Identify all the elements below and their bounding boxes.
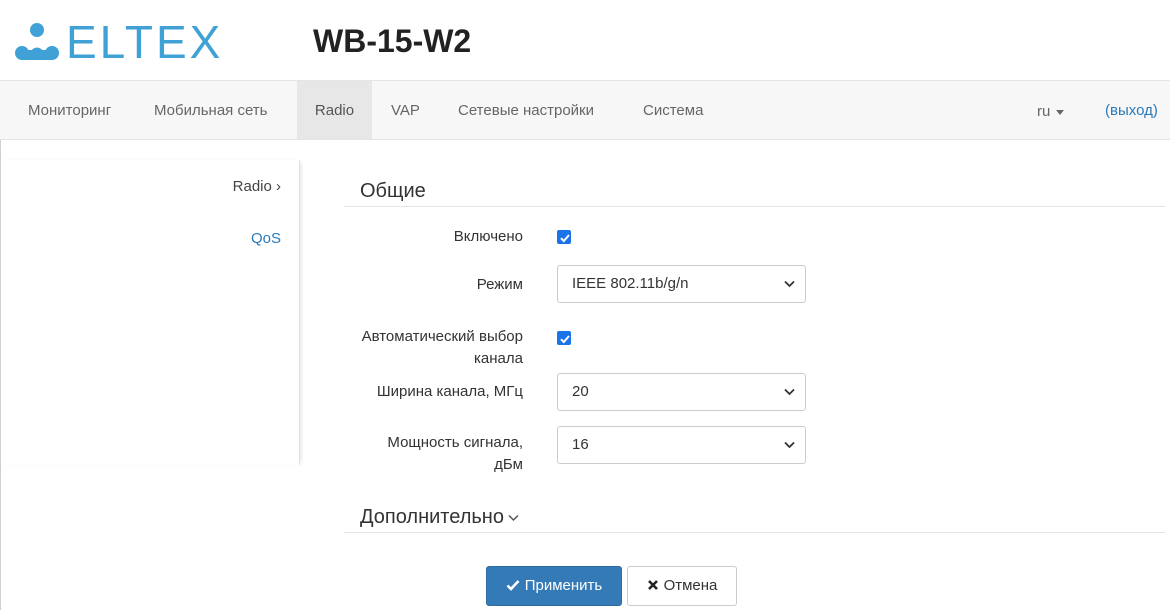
check-icon bbox=[506, 579, 520, 591]
sidebar-item-radio[interactable]: Radio › bbox=[233, 178, 281, 195]
eltex-logo-icon bbox=[15, 23, 59, 60]
advanced-section-toggle[interactable]: Дополнительно bbox=[360, 506, 519, 529]
signal-power-label: Мощность сигнала, дБм bbox=[387, 432, 523, 476]
mode-label: Режим bbox=[476, 276, 523, 293]
sidebar: Radio › QoS bbox=[0, 160, 300, 465]
section-divider bbox=[344, 532, 1165, 533]
signal-power-value: 16 bbox=[572, 436, 589, 453]
chevron-down-icon bbox=[784, 388, 795, 396]
advanced-section-title: Дополнительно bbox=[360, 506, 504, 528]
channel-width-label: Ширина канала, МГц bbox=[376, 383, 523, 400]
auto-channel-label-line1: Автоматический выбор bbox=[361, 328, 523, 345]
auto-channel-label: Автоматический выбор канала bbox=[362, 326, 523, 370]
cancel-button[interactable]: Отмена bbox=[627, 566, 737, 606]
close-icon bbox=[647, 579, 658, 590]
mode-value: IEEE 802.11b/g/n bbox=[572, 275, 689, 292]
signal-power-select[interactable]: 16 bbox=[557, 426, 806, 464]
chevron-down-icon bbox=[508, 514, 519, 521]
mode-select[interactable]: IEEE 802.11b/g/n bbox=[557, 265, 806, 303]
device-model: WB-15-W2 bbox=[313, 23, 472, 59]
chevron-down-icon bbox=[784, 441, 795, 449]
nav-system[interactable]: Система bbox=[643, 81, 703, 139]
signal-power-label-line1: Мощность сигнала, bbox=[387, 434, 523, 451]
caret-down-icon bbox=[1056, 109, 1065, 115]
checkmark-icon bbox=[560, 335, 570, 344]
nav-mobile-network[interactable]: Мобильная сеть bbox=[154, 81, 268, 139]
section-divider bbox=[344, 206, 1165, 207]
enabled-checkbox[interactable] bbox=[557, 230, 571, 244]
logout-link[interactable]: (выход) bbox=[1105, 81, 1158, 139]
cancel-button-label: Отмена bbox=[663, 577, 718, 594]
auto-channel-checkbox[interactable] bbox=[557, 331, 571, 345]
apply-button[interactable]: Применить bbox=[486, 566, 622, 606]
language-label: ru bbox=[1037, 103, 1051, 120]
nav-radio[interactable]: Radio bbox=[297, 81, 372, 139]
nav-monitoring[interactable]: Мониторинг bbox=[28, 81, 111, 139]
section-title-general: Общие bbox=[360, 180, 426, 202]
checkmark-icon bbox=[560, 234, 570, 243]
nav-network-settings[interactable]: Сетевые настройки bbox=[458, 81, 594, 139]
logo-text: ELTEX bbox=[66, 16, 224, 68]
channel-width-value: 20 bbox=[572, 383, 589, 400]
sidebar-item-qos[interactable]: QoS bbox=[251, 230, 281, 247]
header: ELTEX WB-15-W2 bbox=[0, 0, 1170, 80]
language-dropdown[interactable]: ru bbox=[1037, 81, 1065, 139]
auto-channel-label-line2: канала bbox=[474, 350, 523, 367]
apply-button-label: Применить bbox=[524, 577, 603, 594]
eltex-logo[interactable]: ELTEX bbox=[14, 16, 224, 68]
top-navbar: Мониторинг Мобильная сеть Radio VAP Сете… bbox=[0, 80, 1170, 140]
signal-power-label-line2: дБм bbox=[494, 456, 523, 473]
chevron-down-icon bbox=[784, 280, 795, 288]
enabled-label: Включено bbox=[453, 228, 523, 245]
nav-vap[interactable]: VAP bbox=[391, 81, 420, 139]
channel-width-select[interactable]: 20 bbox=[557, 373, 806, 411]
